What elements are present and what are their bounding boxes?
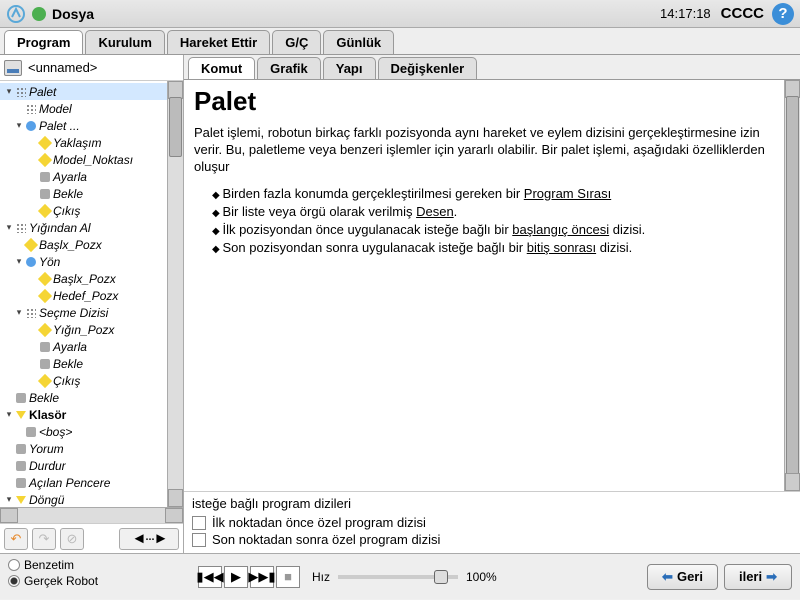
radio-real-robot[interactable] (8, 575, 20, 587)
playback-controls: ▮◀◀ ▶ ▶▶▮ ■ Hız 100% (198, 566, 497, 588)
delete-button[interactable]: ⊘ (60, 528, 84, 550)
tab-program[interactable]: Program (4, 30, 83, 54)
tree-vscrollbar[interactable] (167, 81, 183, 507)
file-name: <unnamed> (28, 60, 97, 75)
help-icon[interactable]: ? (772, 3, 794, 25)
tree-node[interactable]: Ayarla (0, 168, 167, 185)
play-button[interactable]: ▶ (224, 566, 248, 588)
content-heading: Palet (194, 86, 790, 117)
radio-simulation[interactable] (8, 559, 20, 571)
subtab-yapi[interactable]: Yapı (323, 57, 376, 79)
app-logo-icon (6, 4, 26, 24)
options-box: isteğe bağlı program dizileri İlk noktad… (184, 491, 800, 553)
tree-node[interactable]: ▾Yığından Al (0, 219, 167, 236)
tree-node[interactable]: ▾Klasör (0, 406, 167, 423)
tree-node[interactable]: Durdur (0, 457, 167, 474)
titlebar: Dosya 14:17:18 CCCC ? (0, 0, 800, 28)
tree-node[interactable]: Bekle (0, 389, 167, 406)
bullet-item: Son pozisyondan sonra uygulanacak isteğe… (212, 240, 790, 255)
program-tree[interactable]: ▾PaletModel▾Palet ...YaklaşımModel_Nokta… (0, 81, 167, 507)
tree-node[interactable]: Bekle (0, 185, 167, 202)
tree-node[interactable]: ▾Seçme Dizisi (0, 304, 167, 321)
tab-gunluk[interactable]: Günlük (323, 30, 394, 54)
checkbox-after-last[interactable] (192, 533, 206, 547)
content-vscrollbar[interactable] (784, 80, 800, 491)
program-tree-panel: <unnamed> ▾PaletModel▾Palet ...YaklaşımM… (0, 55, 184, 553)
arrow-right-icon: ➡ (766, 569, 777, 585)
tree-node[interactable]: Başlx_Pozx (0, 236, 167, 253)
bullet-item: Birden fazla konumda gerçekleştirilmesi … (212, 186, 790, 201)
bullet-item: İlk pozisyondan önce uygulanacak isteğe … (212, 222, 790, 237)
content-bullets: Birden fazla konumda gerçekleştirilmesi … (194, 186, 790, 255)
undo-button[interactable]: ↶ (4, 528, 28, 550)
tree-node[interactable]: Yorum (0, 440, 167, 457)
content-description: Palet işlemi, robotun birkaç farklı pozi… (194, 125, 790, 176)
back-button[interactable]: ⬅Geri (647, 564, 718, 590)
status-globe-icon (32, 7, 46, 21)
checkbox-after-last-label: Son noktadan sonra özel program dizisi (212, 532, 440, 547)
stop-button[interactable]: ■ (276, 566, 300, 588)
status-cccc: CCCC (721, 5, 764, 22)
move-arrows-button[interactable]: ◄···► (119, 528, 179, 550)
content-area: Palet Palet işlemi, robotun birkaç farkl… (184, 80, 800, 491)
tree-node[interactable]: Çıkış (0, 202, 167, 219)
radio-real-robot-label: Gerçek Robot (24, 574, 98, 588)
checkbox-before-first-label: İlk noktadan önce özel program dizisi (212, 515, 426, 530)
tree-node[interactable]: ▾Palet (0, 83, 167, 100)
tree-node[interactable]: Yaklaşım (0, 134, 167, 151)
tree-node[interactable]: ▾Palet ... (0, 117, 167, 134)
subtab-grafik[interactable]: Grafik (257, 57, 321, 79)
window-title: Dosya (52, 6, 660, 22)
bullet-item: Bir liste veya örgü olarak verilmiş Dese… (212, 204, 790, 219)
file-row: <unnamed> (0, 55, 183, 81)
tree-node[interactable]: ▾Yön (0, 253, 167, 270)
tree-node[interactable]: Başlx_Pozx (0, 270, 167, 287)
skip-fwd-button[interactable]: ▶▶▮ (250, 566, 274, 588)
speed-slider[interactable] (338, 575, 458, 579)
speed-label: Hız (312, 570, 330, 584)
subtab-komut[interactable]: Komut (188, 57, 255, 79)
tab-kurulum[interactable]: Kurulum (85, 30, 164, 54)
next-button[interactable]: ileri➡ (724, 564, 792, 590)
radio-simulation-label: Benzetim (24, 558, 74, 572)
tree-toolbar: ↶ ↷ ⊘ ◄···► (0, 523, 183, 553)
tree-node[interactable]: Hedef_Pozx (0, 287, 167, 304)
sub-tabs: Komut Grafik Yapı Değişkenler (184, 55, 800, 80)
tree-node[interactable]: Model (0, 100, 167, 117)
options-title: isteğe bağlı program dizileri (192, 496, 792, 511)
tab-gc[interactable]: G/Ç (272, 30, 321, 54)
main-tabs: Program Kurulum Hareket Ettir G/Ç Günlük (0, 28, 800, 55)
speed-value: 100% (466, 570, 497, 584)
arrow-left-icon: ⬅ (662, 569, 673, 585)
checkbox-before-first[interactable] (192, 516, 206, 530)
tree-node[interactable]: Çıkış (0, 372, 167, 389)
tree-node[interactable]: ▾Döngü (0, 491, 167, 507)
tree-node[interactable]: Yığın_Pozx (0, 321, 167, 338)
tree-node[interactable]: Bekle (0, 355, 167, 372)
skip-back-button[interactable]: ▮◀◀ (198, 566, 222, 588)
tree-node[interactable]: Ayarla (0, 338, 167, 355)
redo-button[interactable]: ↷ (32, 528, 56, 550)
clock: 14:17:18 (660, 6, 711, 21)
tree-node[interactable]: <boş> (0, 423, 167, 440)
command-panel: Komut Grafik Yapı Değişkenler Palet Pale… (184, 55, 800, 553)
subtab-degiskenler[interactable]: Değişkenler (378, 57, 478, 79)
tree-node[interactable]: Model_Noktası (0, 151, 167, 168)
footer: Benzetim Gerçek Robot ▮◀◀ ▶ ▶▶▮ ■ Hız 10… (0, 553, 800, 599)
disk-icon[interactable] (4, 60, 22, 76)
tree-node[interactable]: Açılan Pencere (0, 474, 167, 491)
tree-hscrollbar[interactable] (0, 507, 183, 523)
tab-hareket[interactable]: Hareket Ettir (167, 30, 270, 54)
